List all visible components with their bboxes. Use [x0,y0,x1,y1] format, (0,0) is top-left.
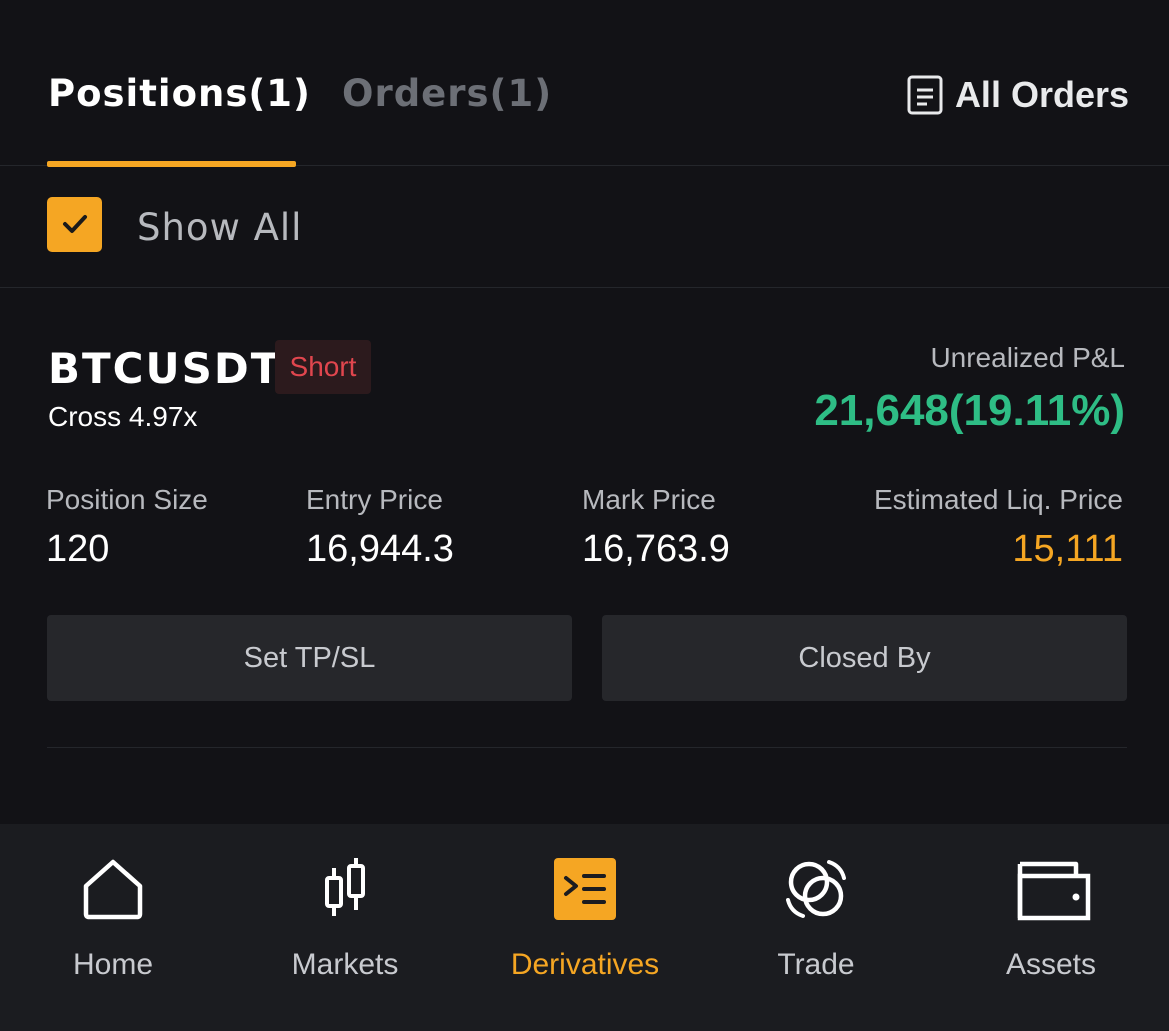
unrealized-pnl-label: Unrealized P&L [930,342,1125,373]
nav-item-trade[interactable]: Trade [701,824,931,1031]
entry-price-label: Entry Price [306,484,443,515]
candlestick-icon [310,854,380,924]
nav-label-home: Home [72,948,154,981]
liq-price-label: Estimated Liq. Price [874,484,1123,515]
show-all-checkbox[interactable] [47,197,102,252]
wallet-icon [1016,854,1091,924]
checkmark-icon [63,215,87,233]
nav-label-trade: Trade [777,948,855,981]
positions-screen: Positions(1) Orders(1) All Orders Show A… [0,0,1169,1031]
all-orders-label: All Orders [954,74,1129,115]
nav-item-assets[interactable]: Assets [936,824,1166,1031]
margin-mode-leverage[interactable]: Cross 4.97x [48,401,197,433]
position-symbol[interactable]: BTCUSDT [48,344,281,393]
tab-positions[interactable]: Positions(1) [48,72,311,115]
show-all-row: Show All [0,166,1169,288]
set-tpsl-button[interactable]: Set TP/SL [47,615,572,701]
nav-item-derivatives[interactable]: Derivatives [470,824,700,1031]
nav-label-assets: Assets [1005,948,1097,981]
mark-price-value: 16,763.9 [582,528,730,570]
bottom-nav: Home Markets Derivatives Trade Assets [0,824,1169,1031]
show-all-label: Show All [137,206,303,249]
tab-bar: Positions(1) Orders(1) All Orders [0,0,1169,167]
home-icon [78,854,148,924]
divider [47,747,1127,748]
derivatives-icon [550,854,620,924]
position-size-label: Position Size [46,484,208,515]
closed-by-button[interactable]: Closed By [602,615,1127,701]
tab-orders[interactable]: Orders(1) [342,72,552,115]
liq-price-value: 15,111 [1012,528,1123,570]
all-orders-button[interactable]: All Orders [907,74,1129,116]
unrealized-pnl-value: 21,648(19.11%) [814,386,1125,435]
nav-item-home[interactable]: Home [0,824,228,1031]
position-size-value: 120 [46,528,110,570]
nav-label-derivatives: Derivatives [510,948,660,981]
nav-label-markets: Markets [291,948,399,981]
mark-price-label: Mark Price [582,484,716,515]
nav-item-markets[interactable]: Markets [230,824,460,1031]
document-icon [907,75,943,115]
side-badge: Short [275,340,371,394]
entry-price-value: 16,944.3 [306,528,454,570]
trade-icon [781,854,851,924]
